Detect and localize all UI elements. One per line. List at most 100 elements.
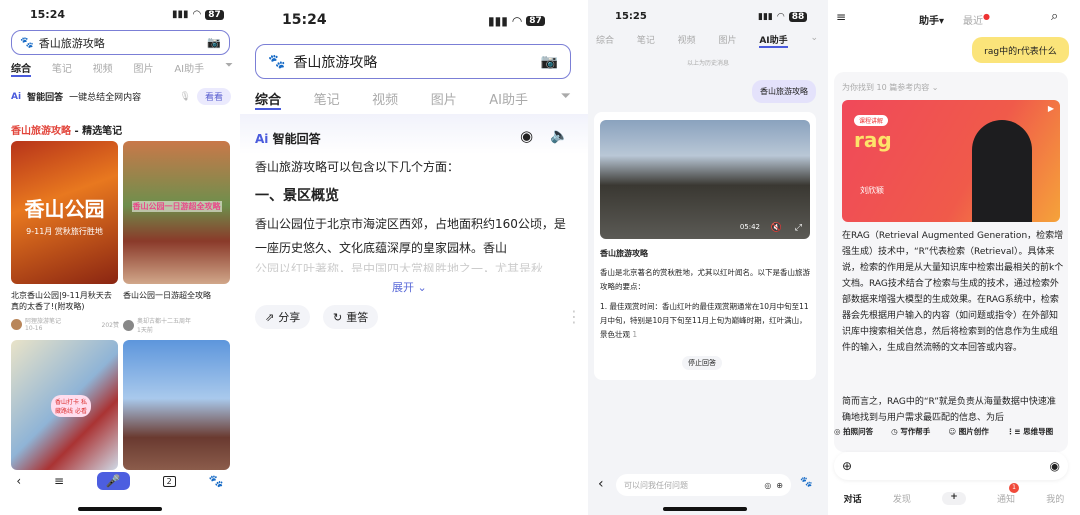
nav-add[interactable]: + — [942, 492, 966, 505]
assistant-tab[interactable]: 助手▾ — [919, 12, 944, 27]
battery: 87 — [526, 16, 545, 26]
likes: 202赞 — [101, 321, 119, 329]
nav-chat[interactable]: 对话 — [844, 492, 862, 505]
search-input[interactable]: 🐾 香山旅游攻略 📷 — [11, 30, 230, 55]
expand-button[interactable]: 展开 ⌄ — [392, 279, 427, 295]
note-title[interactable]: 北京香山公园|9-11月秋天去真的太香了!(附攻略) — [11, 290, 119, 312]
plus-icon[interactable]: ⊕ — [842, 459, 852, 473]
author: 奥却古都十二五周年 — [137, 318, 192, 325]
nav-notifications[interactable]: 通知 1 — [997, 483, 1019, 505]
tab-notes[interactable]: 笔记 — [637, 33, 655, 48]
camera-icon[interactable]: 📷 — [207, 36, 221, 49]
plus-icon[interactable]: ⊕ — [776, 481, 783, 490]
share-label: 分享 — [278, 311, 301, 324]
status-time: 15:25 — [615, 11, 647, 22]
mindmap-chip[interactable]: ⋮≡ 思维导图 — [1007, 426, 1053, 437]
ai-label: 智能回答 — [27, 93, 64, 103]
play-icon[interactable]: ▶ — [1048, 104, 1054, 113]
note-card-cover[interactable]: 香山公园一日游超全攻略 — [123, 141, 230, 284]
cover-name: 刘欣颖 — [860, 186, 884, 195]
tab-count[interactable]: 2 — [162, 475, 176, 487]
cover-word: rag — [854, 128, 892, 152]
camera-icon[interactable]: 📷 — [541, 54, 558, 70]
nav-discover[interactable]: 发现 — [893, 492, 911, 505]
citation[interactable]: 1 — [632, 330, 637, 339]
references-toggle[interactable]: 为你找到 10 篇参考内容 ⌄ — [842, 82, 939, 93]
share-icon: ⇗ — [265, 310, 275, 324]
note-meta: 阿狸旅游笔记 10-16 202赞 — [11, 316, 119, 332]
tab-images[interactable]: 图片 — [431, 89, 457, 110]
share-button[interactable]: ⇗ 分享 — [255, 305, 311, 329]
search-input[interactable]: 🐾 香山旅游攻略 📷 — [255, 44, 571, 79]
panel-chat-assistant: ≡ 助手▾ 最近● ⌕ rag中的r代表什么 为你找到 10 篇参考内容 ⌄ 课… — [828, 0, 1080, 515]
mute-icon[interactable]: 🔇 — [771, 223, 782, 233]
ai-answer-bar[interactable]: Ai 智能回答 一键总结全网内容 🎙 看看 — [11, 88, 231, 105]
nav-me[interactable]: 我的 — [1046, 492, 1064, 505]
reference-video-cover[interactable]: 课程讲解 rag 刘欣颖 ▶ — [842, 100, 1060, 222]
search-icon[interactable]: ⌕ — [1051, 9, 1058, 24]
status-icons: ▮▮▮ ◠ 87 — [172, 9, 224, 20]
stop-icon[interactable]: ◉ — [520, 127, 533, 145]
paw-icon: 🐾 — [268, 53, 286, 70]
refresh-icon: ↻ — [333, 310, 343, 324]
paw-icon[interactable]: 🐾 — [209, 474, 224, 488]
unread-dot: ● — [983, 12, 990, 21]
more-icon[interactable]: ⋮ — [566, 307, 582, 326]
mic-icon[interactable]: 🎙 — [180, 92, 191, 102]
recent-label: 最近 — [963, 16, 983, 27]
note-meta: 奥却古都十二五周年 1天前 — [123, 316, 231, 334]
cover-tag: 课程讲解 — [854, 115, 889, 126]
tab-video[interactable]: 视频 — [372, 89, 398, 110]
chat-input[interactable]: ⊕ ◉ — [834, 452, 1068, 480]
tab-all[interactable]: 综合 — [11, 60, 31, 77]
note-card-cover[interactable] — [123, 340, 230, 470]
sticker: 香山打卡 私藏路线 必看 — [51, 395, 91, 417]
filter-icon[interactable]: ⏷ — [561, 89, 571, 110]
tab-bar: 综合 笔记 视频 图片 AI助手 ⏷ — [255, 89, 571, 110]
back-icon[interactable]: ‹ — [598, 476, 604, 492]
tab-ai[interactable]: AI助手 — [174, 60, 204, 77]
menu-icon[interactable]: ≡ — [836, 10, 846, 24]
ai-look-button[interactable]: 看看 — [196, 88, 231, 105]
history-divider: 以上为历史消息 — [686, 60, 729, 67]
voice-icon[interactable]: ◉ — [1050, 459, 1060, 473]
menu-icon[interactable]: ≡ — [54, 474, 64, 488]
presenter-figure — [972, 120, 1032, 222]
writing-chip[interactable]: ◷ 写作帮手 — [891, 426, 930, 437]
tab-images[interactable]: 图片 — [133, 60, 153, 77]
fullscreen-icon[interactable]: ⤢ — [795, 223, 802, 233]
back-icon[interactable]: ‹ — [16, 474, 21, 488]
tab-video[interactable]: 视频 — [93, 60, 113, 77]
chat-input[interactable]: 可以问我任何问题 ◎ ⊕ — [616, 474, 791, 496]
recent-tab[interactable]: 最近● — [963, 12, 990, 27]
retry-button[interactable]: ↻ 重答 — [323, 305, 379, 329]
chevron-down-icon[interactable]: ⌄ — [810, 33, 818, 48]
tab-notes[interactable]: 笔记 — [52, 60, 72, 77]
tab-all[interactable]: 综合 — [255, 89, 282, 110]
author: 阿狸旅游笔记 — [25, 318, 62, 325]
filter-icon[interactable]: ⏷ — [225, 60, 233, 77]
wifi-icon: ◠ — [192, 9, 202, 20]
tab-bar: 综合 笔记 视频 图片 AI助手 ⏷ — [11, 60, 233, 77]
ai-logo-icon: Ai — [255, 132, 269, 146]
note-title[interactable]: 香山公园一日游超全攻略 — [123, 290, 231, 301]
tab-images[interactable]: 图片 — [718, 33, 736, 48]
chip-label: 拍照问答 — [843, 427, 874, 436]
note-card-cover[interactable]: 香山打卡 私藏路线 必看 — [11, 340, 118, 470]
tab-notes[interactable]: 笔记 — [314, 89, 340, 110]
image-create-chip[interactable]: ☺ 图片创作 — [948, 426, 988, 437]
stop-answer-button[interactable]: 停止回答 — [682, 356, 722, 370]
bottom-nav: ‹ ≡ 🎤 2 🐾 — [0, 472, 240, 490]
tab-ai[interactable]: AI助手 — [489, 89, 528, 110]
speaker-icon[interactable]: 🔈 — [550, 126, 569, 144]
voice-button[interactable]: 🎤 — [96, 472, 130, 490]
tab-ai[interactable]: AI助手 — [759, 33, 788, 48]
paw-icon[interactable]: 🐾 — [800, 477, 812, 488]
photo-qa-chip[interactable]: ◎ 拍照问答 — [834, 426, 873, 437]
tab-video[interactable]: 视频 — [678, 33, 696, 48]
chip-label: 图片创作 — [958, 427, 989, 436]
tab-all[interactable]: 综合 — [596, 33, 614, 48]
voice-icon[interactable]: ◎ — [764, 481, 771, 490]
note-card-cover[interactable]: 香山公园 9-11月 赏秋旅行胜地 — [11, 141, 118, 284]
video-player[interactable]: 05:42 🔇 ⤢ — [600, 120, 810, 239]
